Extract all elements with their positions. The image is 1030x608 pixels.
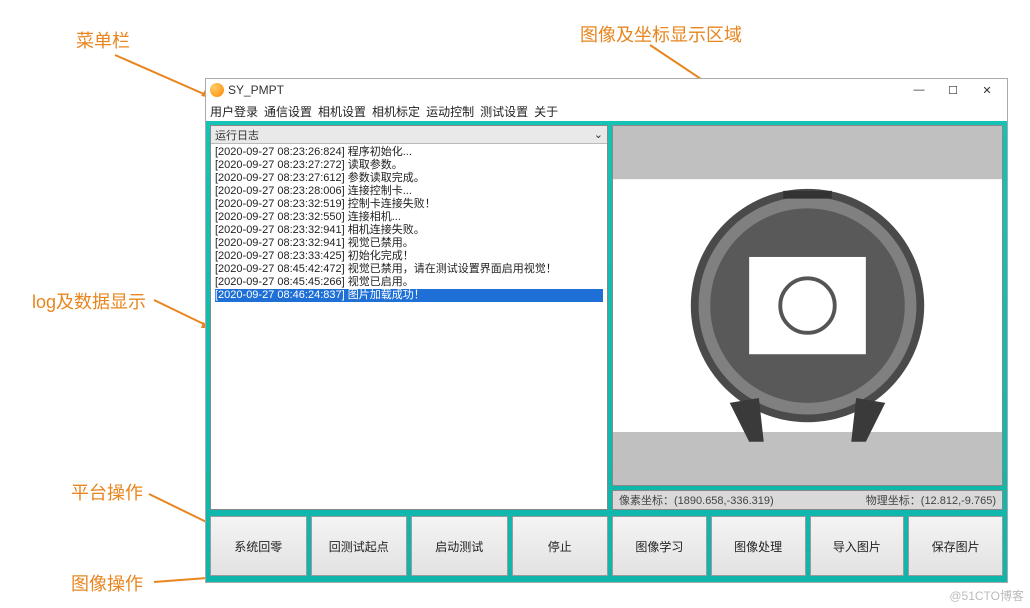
menu-user-login[interactable]: 用户登录 <box>210 103 258 120</box>
chevron-down-icon: ⌄ <box>594 128 603 141</box>
menu-about[interactable]: 关于 <box>534 103 558 120</box>
coord-bar: 像素坐标：(1890.658,-336.319) 物理坐标：(12.812,-9… <box>612 490 1003 510</box>
minimize-button[interactable]: ― <box>903 81 935 99</box>
save-image-button[interactable]: 保存图片 <box>908 516 1003 576</box>
log-row[interactable]: [2020-09-27 08:23:27:272] 读取参数。 <box>215 159 603 172</box>
platform-button-row: 系统回零 回测试起点 启动测试 停止 <box>210 514 608 578</box>
start-test-button[interactable]: 启动测试 <box>411 516 508 576</box>
log-panel: 运行日志 ⌄ [2020-09-27 08:23:26:824] 程序初始化..… <box>210 125 608 510</box>
log-row[interactable]: [2020-09-27 08:23:32:941] 相机连接失败。 <box>215 224 603 237</box>
system-home-button[interactable]: 系统回零 <box>210 516 307 576</box>
image-learn-button[interactable]: 图像学习 <box>612 516 707 576</box>
import-image-button[interactable]: 导入图片 <box>810 516 905 576</box>
log-row[interactable]: [2020-09-27 08:23:26:824] 程序初始化... <box>215 146 603 159</box>
image-button-row: 图像学习 图像处理 导入图片 保存图片 <box>612 514 1003 578</box>
left-column: 运行日志 ⌄ [2020-09-27 08:23:26:824] 程序初始化..… <box>210 125 608 578</box>
log-row[interactable]: [2020-09-27 08:45:45:266] 视觉已启用。 <box>215 276 603 289</box>
close-button[interactable]: ✕ <box>971 81 1003 99</box>
log-row[interactable]: [2020-09-27 08:23:28:006] 连接控制卡... <box>215 185 603 198</box>
annotation-image-ops: 图像操作 <box>71 570 143 596</box>
content-area: 运行日志 ⌄ [2020-09-27 08:23:26:824] 程序初始化..… <box>206 121 1007 582</box>
stop-button[interactable]: 停止 <box>512 516 609 576</box>
log-body[interactable]: [2020-09-27 08:23:26:824] 程序初始化...[2020-… <box>211 144 607 509</box>
menu-camera-settings[interactable]: 相机设置 <box>318 103 366 120</box>
log-header-label: 运行日志 <box>215 127 259 143</box>
log-row[interactable]: [2020-09-27 08:23:27:612] 参数读取完成。 <box>215 172 603 185</box>
image-process-button[interactable]: 图像处理 <box>711 516 806 576</box>
log-row[interactable]: [2020-09-27 08:23:32:941] 视觉已禁用。 <box>215 237 603 250</box>
titlebar: SY_PMPT ― ☐ ✕ <box>206 79 1007 101</box>
phys-coord: 物理坐标：(12.812,-9.765) <box>866 492 996 508</box>
window-title: SY_PMPT <box>228 83 284 97</box>
product-image <box>613 150 1002 461</box>
log-row[interactable]: [2020-09-27 08:23:32:550] 连接相机... <box>215 211 603 224</box>
annotation-menubar: 菜单栏 <box>76 27 130 53</box>
return-test-start-button[interactable]: 回测试起点 <box>311 516 408 576</box>
log-row[interactable]: [2020-09-27 08:23:32:519] 控制卡连接失败！ <box>215 198 603 211</box>
log-header[interactable]: 运行日志 ⌄ <box>211 126 607 144</box>
menubar: 用户登录 通信设置 相机设置 相机标定 运动控制 测试设置 关于 <box>206 101 1007 121</box>
pixel-coord: 像素坐标：(1890.658,-336.319) <box>619 492 774 508</box>
menu-camera-calibration[interactable]: 相机标定 <box>372 103 420 120</box>
menu-comm-settings[interactable]: 通信设置 <box>264 103 312 120</box>
annotation-image-area: 图像及坐标显示区域 <box>580 21 742 47</box>
app-window: SY_PMPT ― ☐ ✕ 用户登录 通信设置 相机设置 相机标定 运动控制 测… <box>205 78 1008 583</box>
log-row[interactable]: [2020-09-27 08:46:24:837] 图片加载成功！ <box>215 289 603 302</box>
menu-motion-control[interactable]: 运动控制 <box>426 103 474 120</box>
image-display[interactable] <box>612 125 1003 486</box>
annotation-platform-ops: 平台操作 <box>71 479 143 505</box>
annotation-log-area: log及数据显示 <box>32 288 146 314</box>
maximize-button[interactable]: ☐ <box>937 81 969 99</box>
log-row[interactable]: [2020-09-27 08:23:33:425] 初始化完成！ <box>215 250 603 263</box>
watermark: @51CTO博客 <box>949 587 1024 604</box>
menu-test-settings[interactable]: 测试设置 <box>480 103 528 120</box>
log-row[interactable]: [2020-09-27 08:45:42:472] 视觉已禁用，请在测试设置界面… <box>215 263 603 276</box>
app-icon <box>210 83 224 97</box>
right-column: 像素坐标：(1890.658,-336.319) 物理坐标：(12.812,-9… <box>612 125 1003 578</box>
